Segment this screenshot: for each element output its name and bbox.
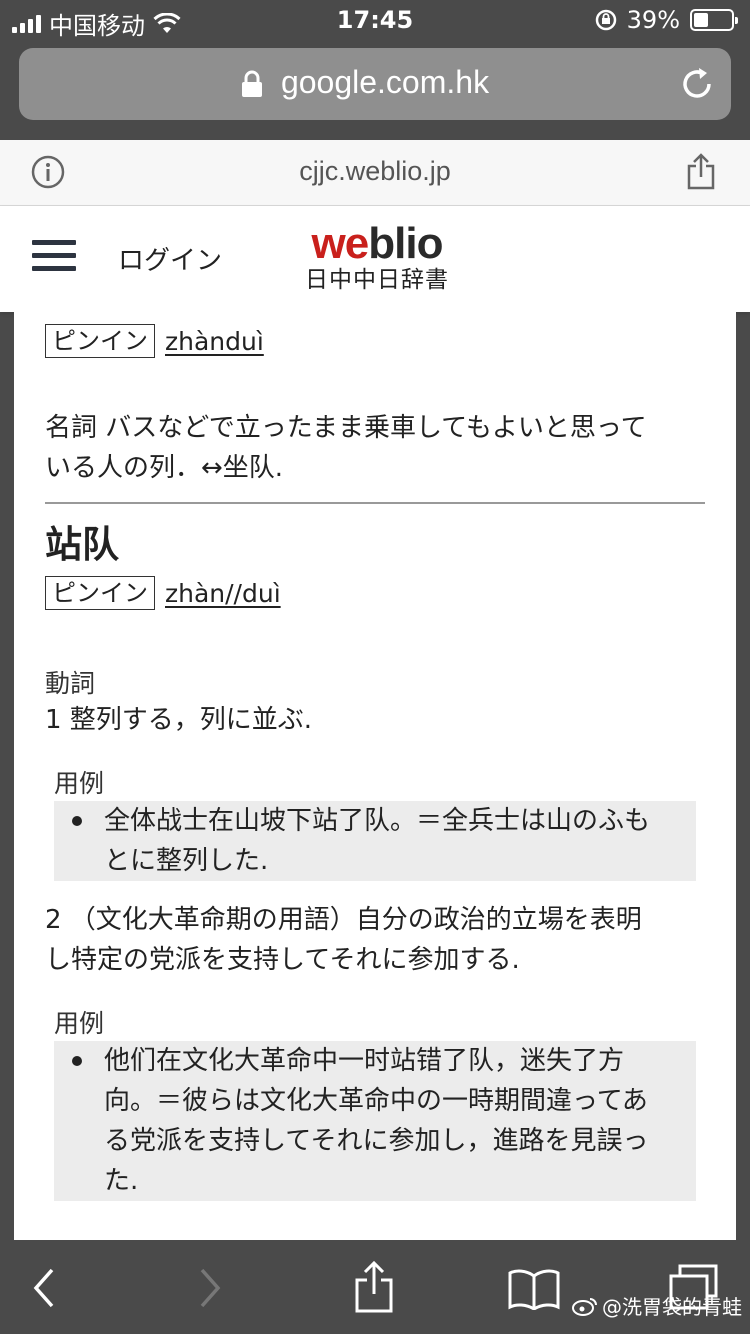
- example-line: 他们在文化大革命中一时站错了队，迷失了方: [104, 1046, 625, 1076]
- logo-wordmark: weblio: [311, 219, 444, 268]
- watermark-text: @洗胃袋的青蛙: [602, 1295, 742, 1319]
- watermark: @洗胃袋的青蛙: [572, 1291, 742, 1320]
- status-bar: 中国移动 17:45 39%: [0, 0, 750, 40]
- bookmarks-icon[interactable]: [508, 1268, 560, 1310]
- headword: 站队: [45, 523, 119, 566]
- sense-2: 2 （文化大革命期の用語）自分の政治的立場を表明 し特定の党派を支持してそれに参…: [45, 900, 642, 980]
- pinyin-label: ピンイン: [45, 576, 155, 610]
- divider: [45, 502, 705, 504]
- dictionary-content: ピンイン zhànduì 名詞 バスなどで立ったまま乗車してもよいと思って いる…: [14, 312, 736, 1240]
- example-block: 全体战士在山坡下站了队。＝全兵士は山のふも とに整列した.: [54, 801, 696, 881]
- example-line: る党派を支持してそれに参加し，進路を見誤っ: [104, 1126, 649, 1156]
- share-icon[interactable]: [354, 1260, 394, 1314]
- bottom-toolbar: @洗胃袋的青蛙: [0, 1246, 750, 1334]
- definition: 名詞 バスなどで立ったまま乗車してもよいと思って いる人の列．↔坐队.: [45, 408, 647, 488]
- rotation-lock-icon: [595, 9, 616, 31]
- example-line: とに整列した.: [104, 846, 269, 876]
- battery-fill: [694, 13, 708, 27]
- site-domain: cjjc.weblio.jp: [299, 156, 451, 186]
- pinyin-value[interactable]: zhànduì: [165, 327, 264, 356]
- url-text: google.com.hk: [280, 64, 490, 100]
- site-info-bar: cjjc.weblio.jp: [0, 140, 750, 206]
- sense-line: し特定の党派を支持してそれに参加する.: [45, 945, 520, 975]
- definition-line: 名詞 バスなどで立ったまま乗車してもよいと思って: [45, 413, 647, 443]
- share-icon[interactable]: [686, 152, 716, 190]
- part-of-speech: 動詞: [45, 669, 96, 698]
- hamburger-icon[interactable]: [32, 240, 76, 276]
- weibo-icon: [572, 1297, 597, 1316]
- sense-1: 1 整列する，列に並ぶ.: [45, 705, 313, 735]
- login-link[interactable]: ログイン: [118, 240, 222, 277]
- forward-icon[interactable]: [196, 1266, 224, 1310]
- example-label: 用例: [54, 1009, 105, 1038]
- battery-icon: [690, 9, 738, 31]
- battery-percent: 39%: [626, 6, 680, 34]
- example-block: 他们在文化大革命中一时站错了队，迷失了方 向。＝彼らは文化大革命中の一時期間違っ…: [54, 1041, 696, 1201]
- logo-subtitle: 日中中日辞書: [305, 267, 449, 293]
- example-line: 向。＝彼らは文化大革命中の一時期間違ってあ: [104, 1086, 648, 1116]
- site-header: ログイン weblio 日中中日辞書: [0, 206, 750, 312]
- definition-line: いる人の列．↔坐队.: [45, 453, 284, 483]
- browser-toolbar: google.com.hk: [0, 40, 750, 140]
- example-label: 用例: [54, 769, 105, 798]
- weblio-logo[interactable]: weblio 日中中日辞書: [302, 222, 452, 294]
- reload-icon[interactable]: [679, 66, 715, 102]
- sense-line: 2 （文化大革命期の用語）自分の政治的立場を表明: [45, 905, 642, 935]
- pinyin-value[interactable]: zhàn//duì: [165, 579, 281, 608]
- status-right: 39%: [595, 6, 738, 34]
- address-bar[interactable]: google.com.hk: [19, 48, 731, 120]
- pinyin-row: ピンイン zhàn//duì: [45, 576, 281, 610]
- pinyin-row: ピンイン zhànduì: [45, 324, 264, 358]
- back-icon[interactable]: [30, 1266, 58, 1310]
- example-line: た.: [104, 1166, 139, 1196]
- example-line: 全体战士在山坡下站了队。＝全兵士は山のふも: [104, 806, 651, 836]
- pinyin-label: ピンイン: [45, 324, 155, 358]
